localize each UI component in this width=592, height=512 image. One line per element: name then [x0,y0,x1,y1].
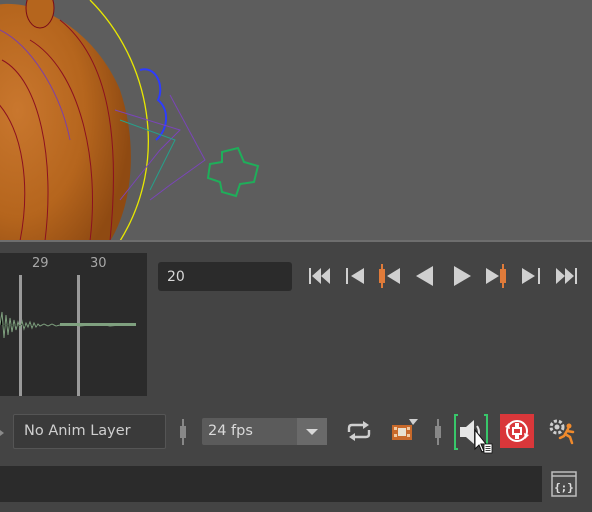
playblast-icon [392,419,418,440]
go-to-start-button[interactable] [305,262,335,290]
chevron-down-icon [297,418,327,445]
loop-icon [347,421,371,441]
separator-handle [180,419,186,445]
viewport-3d[interactable] [0,0,592,241]
separator-handle [0,430,4,436]
separator-handle [435,419,441,445]
tick-label-29: 29 [32,256,49,271]
command-line-input[interactable] [0,466,542,502]
go-to-end-icon [556,268,577,284]
animation-preferences-icon [549,419,575,445]
audio-waveform [0,311,136,339]
script-editor-icon: {;} [551,471,577,497]
playblast-button[interactable] [389,416,421,444]
svg-text:{;}: {;} [554,481,574,494]
viewport-scene [0,0,260,241]
fps-value: 24 fps [208,423,253,439]
step-forward-key-icon [486,264,506,288]
play-forwards-icon [454,266,471,286]
sound-button[interactable] [453,413,493,455]
tick-label-30: 30 [90,256,107,271]
step-back-key-icon [379,264,400,288]
step-forward-frame-icon [522,268,540,284]
play-backwards-icon [416,266,433,286]
fps-dropdown[interactable]: 24 fps [202,418,327,445]
play-forwards-button[interactable] [447,262,477,290]
step-back-frame-button[interactable] [341,262,371,290]
go-to-start-icon [309,268,330,284]
current-frame-field[interactable] [158,262,292,291]
step-forward-key-button[interactable] [481,262,511,290]
step-back-key-button[interactable] [375,262,405,290]
anim-layer-field[interactable]: No Anim Layer [13,414,166,449]
play-backwards-button[interactable] [410,262,440,290]
animation-preferences-button[interactable] [546,416,578,446]
sound-icon [454,414,493,454]
go-to-end-button[interactable] [552,262,582,290]
step-forward-frame-button[interactable] [516,262,546,290]
loop-button[interactable] [344,418,374,444]
step-back-frame-icon [346,268,364,284]
auto-key-button[interactable] [500,414,534,448]
script-editor-button[interactable]: {;} [548,470,580,500]
time-slider[interactable]: 29 30 [0,253,147,396]
auto-key-icon [500,414,534,448]
